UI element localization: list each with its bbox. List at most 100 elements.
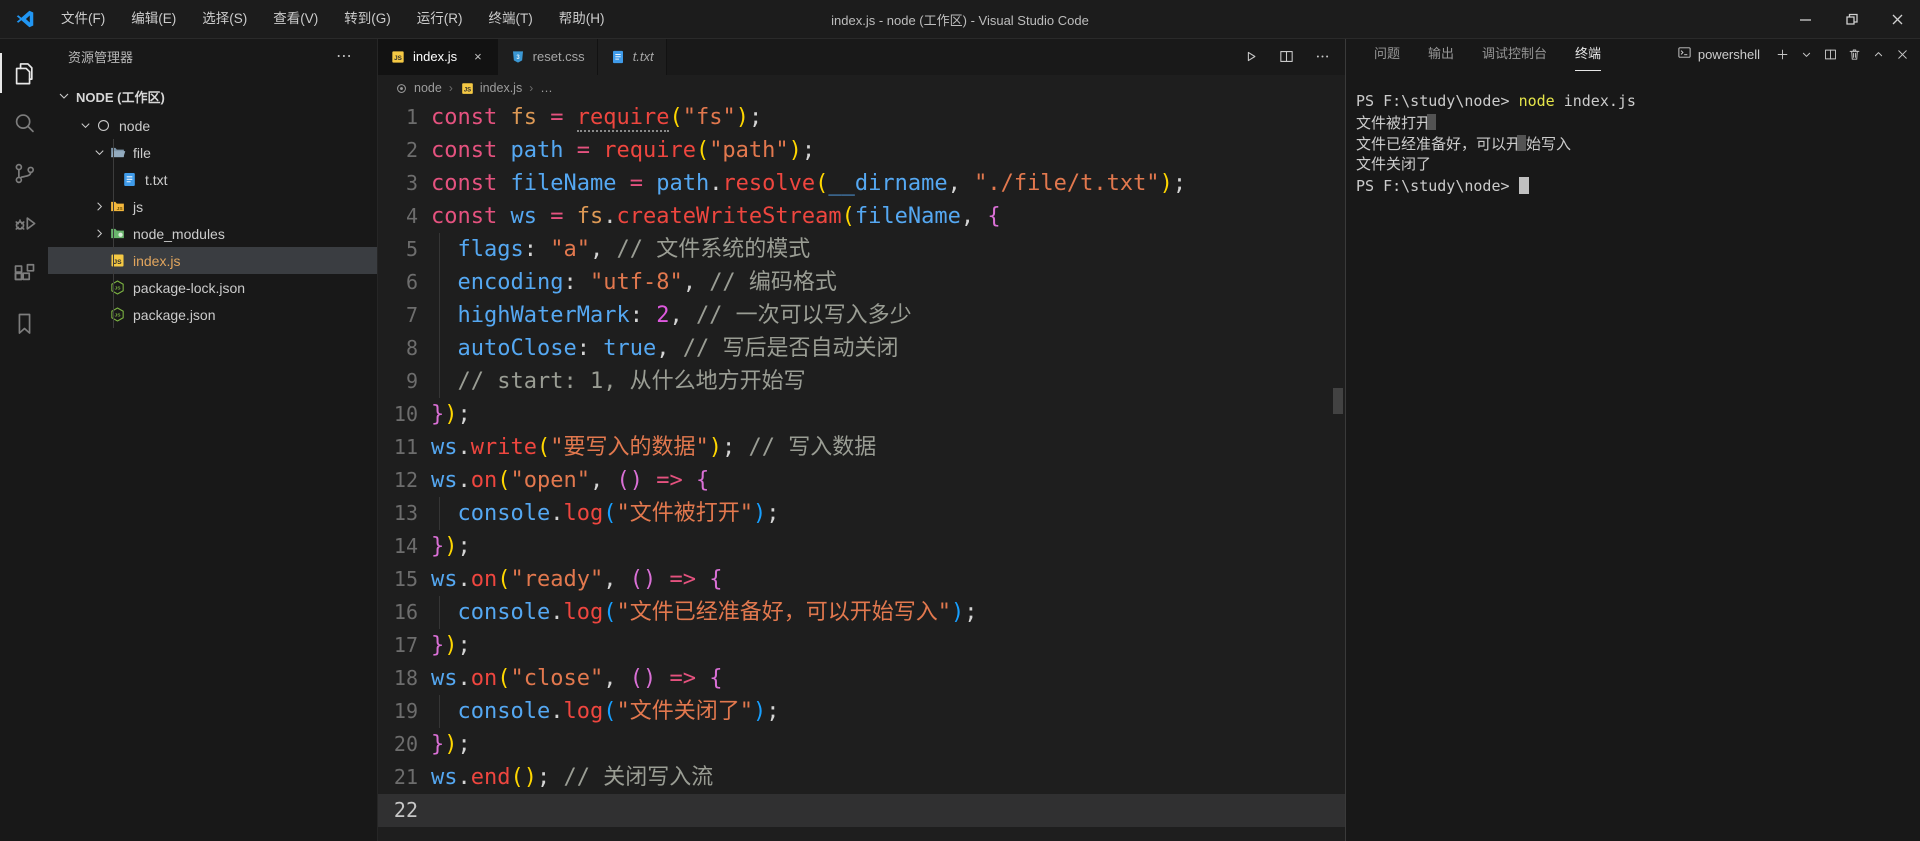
activity-item-search[interactable] [0,98,48,148]
shell-label: powershell [1697,46,1760,62]
tree-item-package-lock-json[interactable]: JS package-lock.json [48,274,377,301]
terminal-output[interactable]: PS F:\study\node> node index.js 文件被打开 文件已经… [1356,92,1916,841]
panel-tab-输出[interactable]: 输出 [1428,38,1454,70]
code-editor[interactable]: 1 const fs = require("fs"); 2 const path = … [378,101,1345,841]
breadcrumb-item-2[interactable]: … [540,81,553,95]
close-panel-button[interactable] [1890,42,1914,66]
breadcrumb-item-1[interactable]: JS index.js [460,81,522,96]
menu-item-4[interactable]: 转到(G) [331,0,404,38]
code-token: on [470,666,498,691]
split-editor-button[interactable] [1271,43,1301,71]
breadcrumb-item-0[interactable]: node [394,81,442,96]
terminal-ghost-block [1427,113,1437,130]
activity-item-run-debug[interactable] [0,198,48,248]
code-token: => [642,468,696,493]
explorer-icon [11,60,38,87]
code-line-12[interactable]: 12 ws.on("open", () => { [378,464,1345,497]
terminal-instance[interactable]: powershell [1677,45,1760,63]
code-line-21[interactable]: 21 ws.end(); // 关闭写入流 [378,761,1345,794]
tab-index-js[interactable]: JS index.js × [378,38,498,75]
line-number: 2 [405,138,418,162]
tree-indent-guide [113,139,114,328]
menu-item-6[interactable]: 终端(T) [476,0,546,38]
menu-item-3[interactable]: 查看(V) [260,0,331,38]
code-token: console [457,501,551,526]
code-token: ( [536,435,551,460]
code-line-11[interactable]: 11 ws.write("要写入的数据"); // 写入数据 [378,431,1345,464]
split-terminal-button[interactable] [1818,42,1842,66]
code-line-10[interactable]: 10}); [378,398,1345,431]
code-line-4[interactable]: 4 const ws = fs.createWriteStream(fileNam… [378,200,1345,233]
code-token: } [431,402,445,427]
code-line-9[interactable]: 9 // start: 1, 从什么地方开始写 [378,365,1345,398]
code-line-18[interactable]: 18 ws.on("close", () => { [378,662,1345,695]
code-line-22[interactable]: 22 [378,794,1345,827]
tree-item-node-modules[interactable]: node_modules [48,220,377,247]
code-line-1[interactable]: 1 const fs = require("fs"); [378,101,1345,134]
menu-item-7[interactable]: 帮助(H) [546,0,618,38]
kill-terminal-button[interactable] [1842,42,1866,66]
tree-item-file[interactable]: file [48,139,377,166]
code-line-7[interactable]: 7 highWaterMark: 2, // 一次可以写入多少 [378,299,1345,332]
code-line-6[interactable]: 6 encoding: "utf-8", // 编码格式 [378,266,1345,299]
editor-scrollbar-thumb[interactable] [1333,388,1343,414]
code-line-20[interactable]: 20}); [378,728,1345,761]
code-token: fs [510,105,551,130]
new-terminal-button[interactable] [1770,42,1794,66]
restore-button[interactable] [1828,0,1874,38]
code-line-17[interactable]: 17}); [378,629,1345,662]
code-line-3[interactable]: 3 const fileName = path.resolve(__dirname… [378,167,1345,200]
activity-item-bookmarks[interactable] [0,298,48,348]
menu-item-0[interactable]: 文件(F) [48,0,118,38]
code-line-5[interactable]: 5 flags: "a", // 文件系统的模式 [378,233,1345,266]
panel-tab-终端[interactable]: 终端 [1575,38,1602,71]
activity-item-explorer[interactable] [0,48,48,98]
menu-item-1[interactable]: 编辑(E) [118,0,189,38]
tree-item-package-json[interactable]: JS package.json [48,301,377,328]
code-token: , [960,204,988,229]
code-line-16[interactable]: 16 console.log("文件已经准备好，可以开始写入"); [378,596,1345,629]
maximize-panel-button[interactable] [1866,42,1890,66]
code-token: ( [497,567,511,592]
file-js-icon: JS [390,49,406,65]
code-line-content: ws.on("ready", () => { [431,563,1345,596]
code-token: { [695,468,710,493]
tab-reset-css[interactable]: 3 reset.css [497,38,598,75]
close-window-button[interactable] [1874,0,1920,38]
tree-item-node[interactable]: node [48,112,377,139]
tab-t-txt[interactable]: t.txt [597,38,667,75]
activity-item-extensions[interactable] [0,248,48,298]
line-number: 8 [405,336,418,360]
tree-item-index-js[interactable]: JS index.js [48,247,377,274]
code-token: } [431,633,445,658]
minimize-button[interactable] [1782,0,1828,38]
code-line-13[interactable]: 13 console.log("文件被打开"); [378,497,1345,530]
more-actions-icon[interactable]: ⋯ [326,46,363,66]
panel-tab-问题[interactable]: 问题 [1374,38,1400,70]
more-button[interactable] [1307,43,1337,71]
code-line-14[interactable]: 14}); [378,530,1345,563]
tree-item-label: index.js [133,252,181,269]
code-token: ( [669,105,683,130]
tree-item-js[interactable]: JS js [48,193,377,220]
menu-item-5[interactable]: 运行(R) [404,0,476,38]
code-token: // 写后是否自动关闭 [682,336,899,361]
line-number: 22 [393,798,418,822]
code-line-8[interactable]: 8 autoClose: true, // 写后是否自动关闭 [378,332,1345,365]
code-line-15[interactable]: 15 ws.on("ready", () => { [378,563,1345,596]
code-token: = [576,138,604,163]
code-line-2[interactable]: 2 const path = require("path"); [378,134,1345,167]
code-line-19[interactable]: 19 console.log("文件关闭了"); [378,695,1345,728]
launch-profile-dropdown-button[interactable] [1794,42,1818,66]
code-token: end [470,765,511,790]
menu-item-2[interactable]: 选择(S) [189,0,260,38]
workspace-section-header[interactable]: NODE (工作区) [48,82,377,110]
code-token: ws [431,666,458,691]
code-token: true [603,336,657,361]
run-button[interactable] [1235,43,1265,71]
line-number: 20 [393,732,418,756]
tree-item-t-txt[interactable]: t.txt [48,166,377,193]
close-tab-icon[interactable]: × [471,48,485,65]
panel-tab-调试控制台[interactable]: 调试控制台 [1482,38,1547,70]
activity-item-source-control[interactable] [0,148,48,198]
